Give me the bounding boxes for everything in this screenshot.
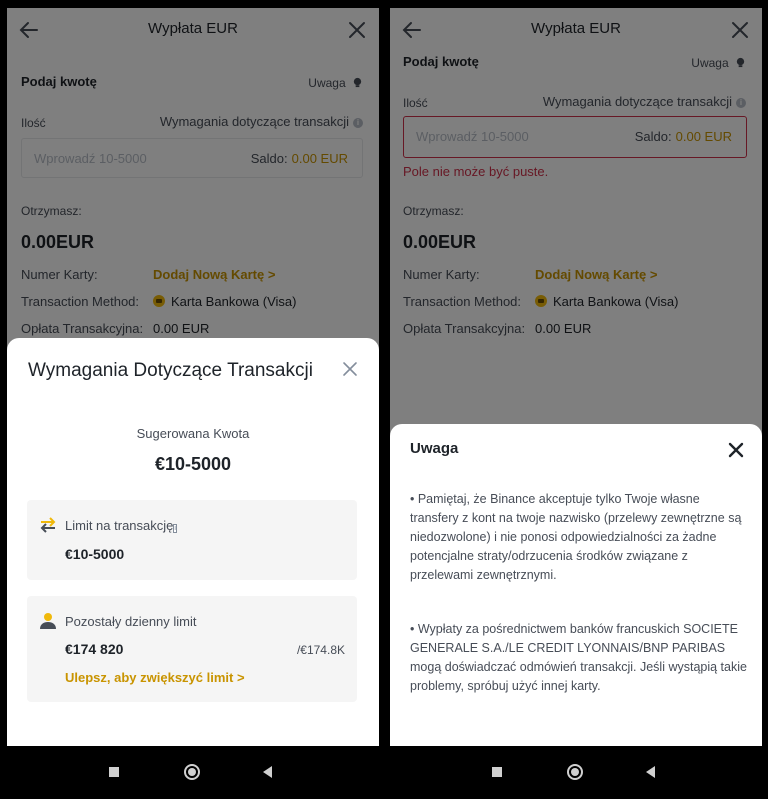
square-icon[interactable] [102, 760, 126, 784]
triangle-back-icon[interactable] [639, 760, 663, 784]
limit-label: Limit na transakcję [65, 518, 174, 533]
daily-limit-label: Pozostały dzienny limit [65, 614, 197, 629]
circle-icon[interactable] [180, 760, 204, 784]
notice-paragraph-1: • Pamiętaj, że Binance akceptuje tylko T… [410, 492, 742, 582]
suggested-value: €10-5000 [154, 454, 232, 474]
upgrade-limit-link[interactable]: Ulepsz, aby zwiększyć limit > [65, 670, 245, 685]
daily-limit-box: Pozostały dzienny limit €174 820 /€174.8… [27, 596, 357, 702]
requirements-sheet: Wymagania Dotyczące Transakcji Sugerowan… [7, 338, 379, 746]
info-icon[interactable]: i [173, 524, 177, 533]
transfer-arrows-icon [40, 517, 56, 533]
circle-icon[interactable] [563, 760, 587, 784]
left-screen: Wypłata EUR Podaj kwotę Uwaga Ilość Wyma… [7, 8, 379, 746]
square-icon[interactable] [485, 760, 509, 784]
system-nav-bar [0, 748, 768, 799]
user-icon [40, 613, 56, 629]
sheet-title: Uwaga [410, 440, 459, 457]
notice-sheet: Uwaga • Pamiętaj, że Binance akceptuje t… [390, 424, 762, 746]
limit-label-row: Limit na transakcjęi [65, 518, 177, 533]
right-screen: Wypłata EUR Podaj kwotę Uwaga Ilość Wyma… [390, 8, 762, 746]
transaction-limit-box: Limit na transakcjęi €10-5000 [27, 500, 357, 580]
sheet-title: Wymagania Dotyczące Transakcji [28, 360, 313, 381]
limit-value: €10-5000 [65, 546, 125, 562]
suggested-label: Sugerowana Kwota [136, 426, 250, 441]
close-icon[interactable] [728, 442, 744, 458]
triangle-back-icon[interactable] [256, 760, 280, 784]
daily-limit-total: /€174.8K [296, 643, 345, 657]
notice-paragraph-2: • Wypłaty za pośrednictwem banków francu… [410, 622, 747, 693]
close-icon[interactable] [341, 360, 359, 378]
daily-limit-value: €174 820 [65, 641, 124, 657]
